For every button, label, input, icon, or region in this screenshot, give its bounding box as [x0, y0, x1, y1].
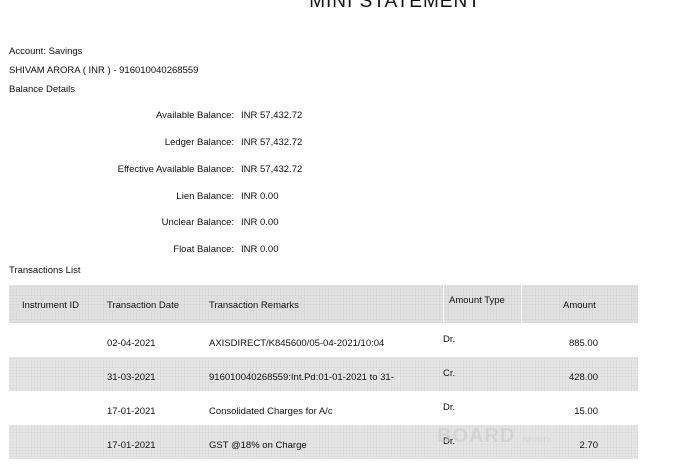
- balance-row-available: Available Balance: INR 57,432.72: [0, 110, 360, 124]
- balance-label: Float Balance:: [173, 244, 234, 255]
- account-type: Account: Savings: [9, 46, 83, 57]
- balance-value: INR 57,432.72: [241, 110, 303, 121]
- balance-row-effective-available: Effective Available Balance: INR 57,432.…: [0, 164, 360, 178]
- cell-date: 17-01-2021: [107, 406, 156, 417]
- balance-value: INR 0.00: [241, 244, 279, 255]
- header-instrument-id: Instrument ID: [22, 300, 80, 311]
- cell-date: 31-03-2021: [107, 372, 156, 383]
- balance-label: Unclear Balance:: [161, 217, 234, 228]
- balance-value: INR 57,432.72: [241, 164, 303, 175]
- cell-date: 17-01-2021: [107, 440, 156, 451]
- header-divider: [443, 285, 444, 323]
- cell-amount-type: Cr.: [443, 368, 456, 379]
- transactions-heading: Transactions List: [9, 265, 81, 276]
- table-header: Instrument ID Transaction Date Transacti…: [9, 285, 638, 323]
- cell-remarks: Consolidated Charges for A/c: [209, 406, 333, 417]
- account-holder: SHIVAM ARORA ( INR ) - 916010040268559: [9, 65, 199, 76]
- watermark-sub-text: INFINITY: [521, 437, 552, 444]
- cell-amount-type: Dr.: [443, 334, 456, 345]
- cell-remarks: 916010040268559:Int.Pd:01-01-2021 to 31-: [209, 372, 394, 383]
- balance-row-ledger: Ledger Balance: INR 57,432.72: [0, 137, 360, 151]
- cell-amount: 2.70: [579, 440, 599, 451]
- watermark-logo: BOARD INFINITY: [437, 425, 551, 448]
- header-divider: [521, 285, 522, 323]
- table-row[interactable]: 17-01-2021 Consolidated Charges for A/c …: [9, 391, 638, 425]
- cell-amount-type: Dr.: [443, 402, 456, 413]
- watermark-main-text: BOARD: [437, 425, 516, 447]
- cell-remarks: GST @18% on Charge: [209, 440, 307, 451]
- table-row[interactable]: 02-04-2021 AXISDIRECT/K845600/05-04-2021…: [9, 323, 638, 357]
- balance-label: Available Balance:: [156, 110, 234, 121]
- header-amount: Amount: [563, 300, 596, 311]
- cell-amount: 885.00: [568, 338, 598, 349]
- cell-date: 02-04-2021: [107, 338, 156, 349]
- balance-label: Ledger Balance:: [164, 137, 234, 148]
- balance-value: INR 0.00: [241, 217, 279, 228]
- balance-value: INR 57,432.72: [241, 137, 303, 148]
- balance-row-unclear: Unclear Balance: INR 0.00: [0, 217, 360, 231]
- balance-value: INR 0.00: [241, 191, 279, 202]
- table-row[interactable]: 31-03-2021 916010040268559:Int.Pd:01-01-…: [9, 357, 638, 391]
- balance-label: Effective Available Balance:: [117, 164, 234, 175]
- cell-amount: 15.00: [574, 406, 598, 417]
- header-amount-type: Amount Type: [449, 295, 505, 306]
- header-transaction-date: Transaction Date: [107, 300, 179, 311]
- balance-row-float: Float Balance: INR 0.00: [0, 244, 360, 258]
- balance-row-lien: Lien Balance: INR 0.00: [0, 191, 360, 205]
- page-title: MINI STATEMENT: [309, 0, 481, 12]
- cell-amount: 428.00: [568, 372, 598, 383]
- balance-label: Lien Balance:: [176, 191, 234, 202]
- balance-details-heading: Balance Details: [9, 84, 76, 95]
- header-transaction-remarks: Transaction Remarks: [209, 300, 299, 311]
- cell-remarks: AXISDIRECT/K845600/05-04-2021/10:04: [209, 338, 385, 349]
